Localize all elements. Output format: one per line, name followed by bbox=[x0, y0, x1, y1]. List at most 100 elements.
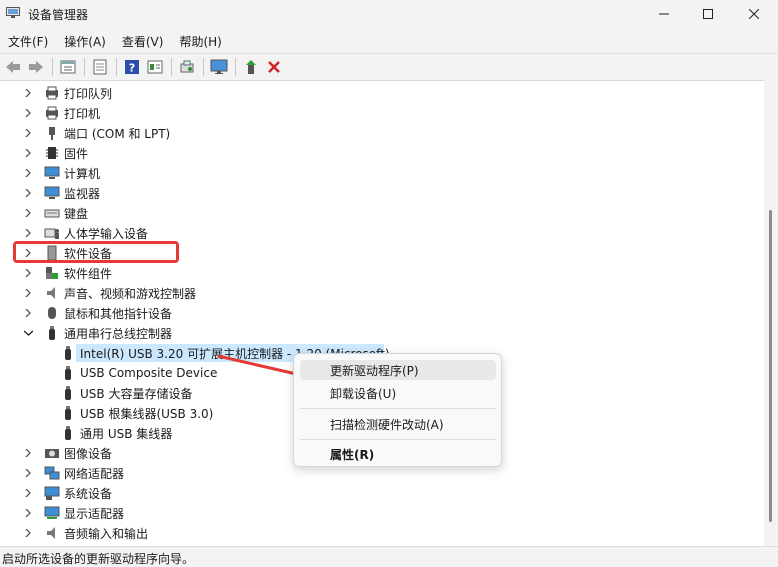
chevron-right-icon[interactable] bbox=[22, 483, 34, 503]
chevron-down-icon[interactable] bbox=[22, 323, 34, 343]
tree-category-label: 监视器 bbox=[64, 186, 101, 201]
tree-category-label: 系统设备 bbox=[64, 486, 113, 501]
tree-category-label: 固件 bbox=[64, 146, 89, 161]
chevron-right-icon[interactable] bbox=[22, 463, 34, 483]
chevron-right-icon[interactable] bbox=[22, 143, 34, 163]
usb-device-item[interactable]: 通用 USB 集线器 bbox=[60, 423, 172, 443]
vertical-scrollbar[interactable] bbox=[764, 80, 778, 546]
tree-category-system-device[interactable]: 系统设备 bbox=[22, 483, 112, 503]
tree-category-label: 通用串行总线控制器 bbox=[64, 326, 173, 341]
tree-category-label: 键盘 bbox=[64, 206, 89, 221]
toolbar: ? bbox=[0, 53, 778, 79]
chevron-right-icon[interactable] bbox=[22, 263, 34, 283]
camera-icon bbox=[44, 445, 60, 461]
tree-category-keyboard[interactable]: 键盘 bbox=[22, 203, 88, 223]
tree-category-computer[interactable]: 计算机 bbox=[22, 163, 100, 183]
svg-text:?: ? bbox=[129, 61, 135, 74]
menu-file[interactable]: 文件(F) bbox=[0, 30, 56, 52]
usb-icon bbox=[60, 365, 76, 381]
tree-category-print-queue[interactable]: 打印队列 bbox=[22, 83, 112, 103]
toolbar-separator bbox=[171, 57, 172, 76]
speaker-icon bbox=[44, 285, 60, 301]
usb-icon bbox=[60, 385, 76, 401]
list-view-icon[interactable] bbox=[144, 56, 166, 78]
chevron-right-icon[interactable] bbox=[22, 523, 34, 543]
chevron-right-icon[interactable] bbox=[22, 203, 34, 223]
hid-icon bbox=[44, 225, 60, 241]
tree-category-label: 端口 (COM 和 LPT) bbox=[64, 126, 171, 141]
update-driver-icon[interactable] bbox=[240, 56, 262, 78]
forward-arrow-icon[interactable] bbox=[25, 56, 47, 78]
chevron-right-icon[interactable] bbox=[22, 163, 34, 183]
menu-view[interactable]: 查看(V) bbox=[114, 30, 172, 52]
monitor-icon[interactable] bbox=[208, 56, 230, 78]
scan-hardware-icon[interactable] bbox=[176, 56, 198, 78]
print-queue-icon bbox=[44, 85, 60, 101]
usb-icon bbox=[44, 325, 60, 341]
tree-category-display-adapter[interactable]: 显示适配器 bbox=[22, 503, 124, 523]
chevron-right-icon[interactable] bbox=[22, 303, 34, 323]
properties-icon[interactable] bbox=[57, 56, 79, 78]
tree-category-label: 软件组件 bbox=[64, 266, 113, 281]
tree-category-label: 音频输入和输出 bbox=[64, 526, 149, 541]
tree-category-firmware[interactable]: 固件 bbox=[22, 143, 88, 163]
chevron-right-icon[interactable] bbox=[22, 83, 34, 103]
usb-device-item[interactable]: USB 根集线器(USB 3.0) bbox=[60, 403, 213, 423]
chevron-right-icon[interactable] bbox=[22, 223, 34, 243]
context-scan-hardware[interactable]: 扫描检测硬件改动(A) bbox=[300, 414, 496, 434]
tree-category-label: 图像设备 bbox=[64, 446, 113, 461]
minimize-icon[interactable] bbox=[642, 0, 686, 28]
tree-category-printer[interactable]: 打印机 bbox=[22, 103, 100, 123]
network-icon bbox=[44, 465, 60, 481]
usb-device-item[interactable]: USB 大容量存储设备 bbox=[60, 383, 192, 403]
close-icon[interactable] bbox=[732, 0, 776, 28]
chevron-right-icon[interactable] bbox=[22, 123, 34, 143]
tree-category-label: 网络适配器 bbox=[64, 466, 125, 481]
tree-category-port[interactable]: 端口 (COM 和 LPT) bbox=[22, 123, 170, 143]
tree-category-label: 计算机 bbox=[64, 166, 101, 181]
chevron-right-icon[interactable] bbox=[22, 183, 34, 203]
tree-category-usb[interactable]: 通用串行总线控制器 bbox=[22, 323, 172, 343]
tree-category-mouse[interactable]: 鼠标和其他指针设备 bbox=[22, 303, 172, 323]
tree-category-label: 打印队列 bbox=[64, 86, 113, 101]
keyboard-icon bbox=[44, 205, 60, 221]
tree-category-label: 声音、视频和游戏控制器 bbox=[64, 286, 197, 301]
tree-category-hid[interactable]: 人体学输入设备 bbox=[22, 223, 148, 243]
tree-category-audio[interactable]: 音频输入和输出 bbox=[22, 523, 148, 543]
device-manager-app-icon bbox=[6, 7, 20, 19]
tree-category-label: 显示适配器 bbox=[64, 506, 125, 521]
usb-device-item[interactable]: USB Composite Device bbox=[60, 363, 217, 383]
tree-category-label: 鼠标和其他指针设备 bbox=[64, 306, 173, 321]
context-uninstall-device[interactable]: 卸载设备(U) bbox=[300, 383, 496, 403]
context-update-driver[interactable]: 更新驱动程序(P) bbox=[300, 360, 496, 380]
scrollbar-thumb[interactable] bbox=[769, 210, 772, 522]
usb-icon bbox=[60, 425, 76, 441]
menu-action[interactable]: 操作(A) bbox=[56, 30, 114, 52]
maximize-icon[interactable] bbox=[686, 0, 730, 28]
tree-category-software-component[interactable]: 软件组件 bbox=[22, 263, 112, 283]
tree-category-label: 打印机 bbox=[64, 106, 101, 121]
annotation-highlight-box bbox=[13, 241, 179, 263]
chevron-right-icon[interactable] bbox=[22, 103, 34, 123]
show-hidden-icon[interactable] bbox=[89, 56, 111, 78]
toolbar-separator bbox=[84, 57, 85, 76]
tree-category-network[interactable]: 网络适配器 bbox=[22, 463, 124, 483]
status-text: 启动所选设备的更新驱动程序向导。 bbox=[2, 552, 195, 566]
printer-icon bbox=[44, 105, 60, 121]
chevron-right-icon[interactable] bbox=[22, 503, 34, 523]
menu-help[interactable]: 帮助(H) bbox=[171, 30, 229, 52]
tree-category-monitor[interactable]: 监视器 bbox=[22, 183, 100, 203]
tree-category-speaker[interactable]: 声音、视频和游戏控制器 bbox=[22, 283, 196, 303]
chevron-right-icon[interactable] bbox=[22, 283, 34, 303]
help-icon[interactable]: ? bbox=[121, 56, 143, 78]
back-arrow-icon[interactable] bbox=[2, 56, 24, 78]
window-title: 设备管理器 bbox=[28, 8, 89, 22]
tree-category-camera[interactable]: 图像设备 bbox=[22, 443, 112, 463]
software-component-icon bbox=[44, 265, 60, 281]
uninstall-x-icon[interactable] bbox=[263, 56, 285, 78]
context-uninstall-device-label: 卸载设备(U) bbox=[330, 386, 397, 401]
context-properties[interactable]: 属性(R) bbox=[300, 444, 496, 464]
chevron-right-icon[interactable] bbox=[22, 443, 34, 463]
toolbar-separator bbox=[52, 57, 53, 76]
toolbar-separator bbox=[203, 57, 204, 76]
